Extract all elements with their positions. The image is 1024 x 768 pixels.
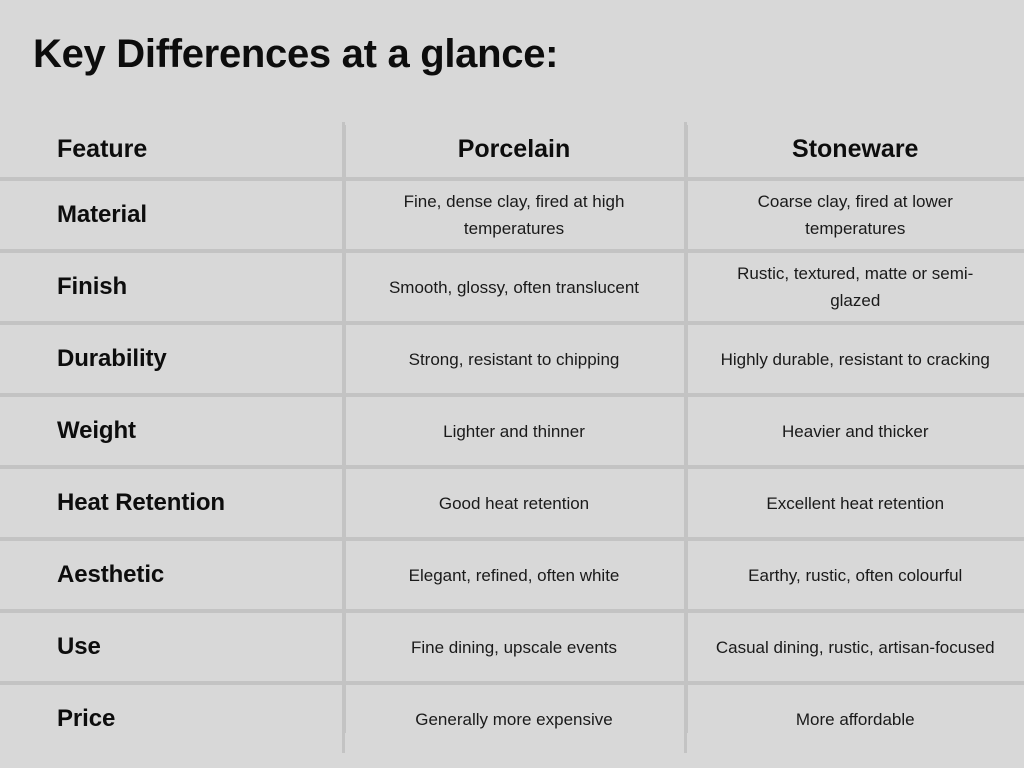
table-row: Aesthetic Elegant, refined, often white … <box>0 539 1024 613</box>
row-feature-label: Durability <box>0 323 343 397</box>
slide-canvas: Key Differences at a glance: Feature Por… <box>0 0 1024 768</box>
column-divider-2 <box>685 125 688 733</box>
row-stoneware-value: Casual dining, rustic, artisan-focused <box>683 611 1024 685</box>
table-row: Price Generally more expensive More affo… <box>0 683 1024 753</box>
row-feature-label: Price <box>0 683 343 753</box>
row-stoneware-value: Heavier and thicker <box>683 395 1024 469</box>
page-title: Key Differences at a glance: <box>33 32 559 76</box>
row-porcelain-value: Strong, resistant to chipping <box>341 323 685 397</box>
row-feature-label: Heat Retention <box>0 467 343 541</box>
column-header-stoneware: Stoneware <box>683 122 1024 181</box>
table-header-row: Feature Porcelain Stoneware <box>0 122 1024 181</box>
table-row: Heat Retention Good heat retention Excel… <box>0 467 1024 541</box>
row-stoneware-value: Highly durable, resistant to cracking <box>683 323 1024 397</box>
table-row: Use Fine dining, upscale events Casual d… <box>0 611 1024 685</box>
row-porcelain-value: Elegant, refined, often white <box>341 539 685 613</box>
row-feature-label: Material <box>0 179 343 253</box>
row-stoneware-value: Coarse clay, fired at lower temperatures <box>683 179 1024 253</box>
row-feature-label: Weight <box>0 395 343 469</box>
row-feature-label: Finish <box>0 251 343 325</box>
comparison-table-container: Feature Porcelain Stoneware Material Fin… <box>0 122 1024 753</box>
row-feature-label: Use <box>0 611 343 685</box>
table-row: Material Fine, dense clay, fired at high… <box>0 179 1024 253</box>
row-stoneware-value: Rustic, textured, matte or semi-glazed <box>683 251 1024 325</box>
row-stoneware-value: Earthy, rustic, often colourful <box>683 539 1024 613</box>
row-porcelain-value: Smooth, glossy, often translucent <box>341 251 685 325</box>
row-porcelain-value: Generally more expensive <box>341 683 685 753</box>
table-row: Finish Smooth, glossy, often translucent… <box>0 251 1024 325</box>
column-header-feature: Feature <box>0 122 343 181</box>
row-stoneware-value: More affordable <box>683 683 1024 753</box>
row-feature-label: Aesthetic <box>0 539 343 613</box>
table-row: Weight Lighter and thinner Heavier and t… <box>0 395 1024 469</box>
comparison-table: Feature Porcelain Stoneware Material Fin… <box>0 122 1024 753</box>
row-porcelain-value: Lighter and thinner <box>341 395 685 469</box>
column-divider-1 <box>343 125 346 733</box>
row-porcelain-value: Good heat retention <box>341 467 685 541</box>
column-header-porcelain: Porcelain <box>341 122 685 181</box>
table-body: Material Fine, dense clay, fired at high… <box>0 179 1024 753</box>
row-stoneware-value: Excellent heat retention <box>683 467 1024 541</box>
table-row: Durability Strong, resistant to chipping… <box>0 323 1024 397</box>
row-porcelain-value: Fine dining, upscale events <box>341 611 685 685</box>
row-porcelain-value: Fine, dense clay, fired at high temperat… <box>341 179 685 253</box>
